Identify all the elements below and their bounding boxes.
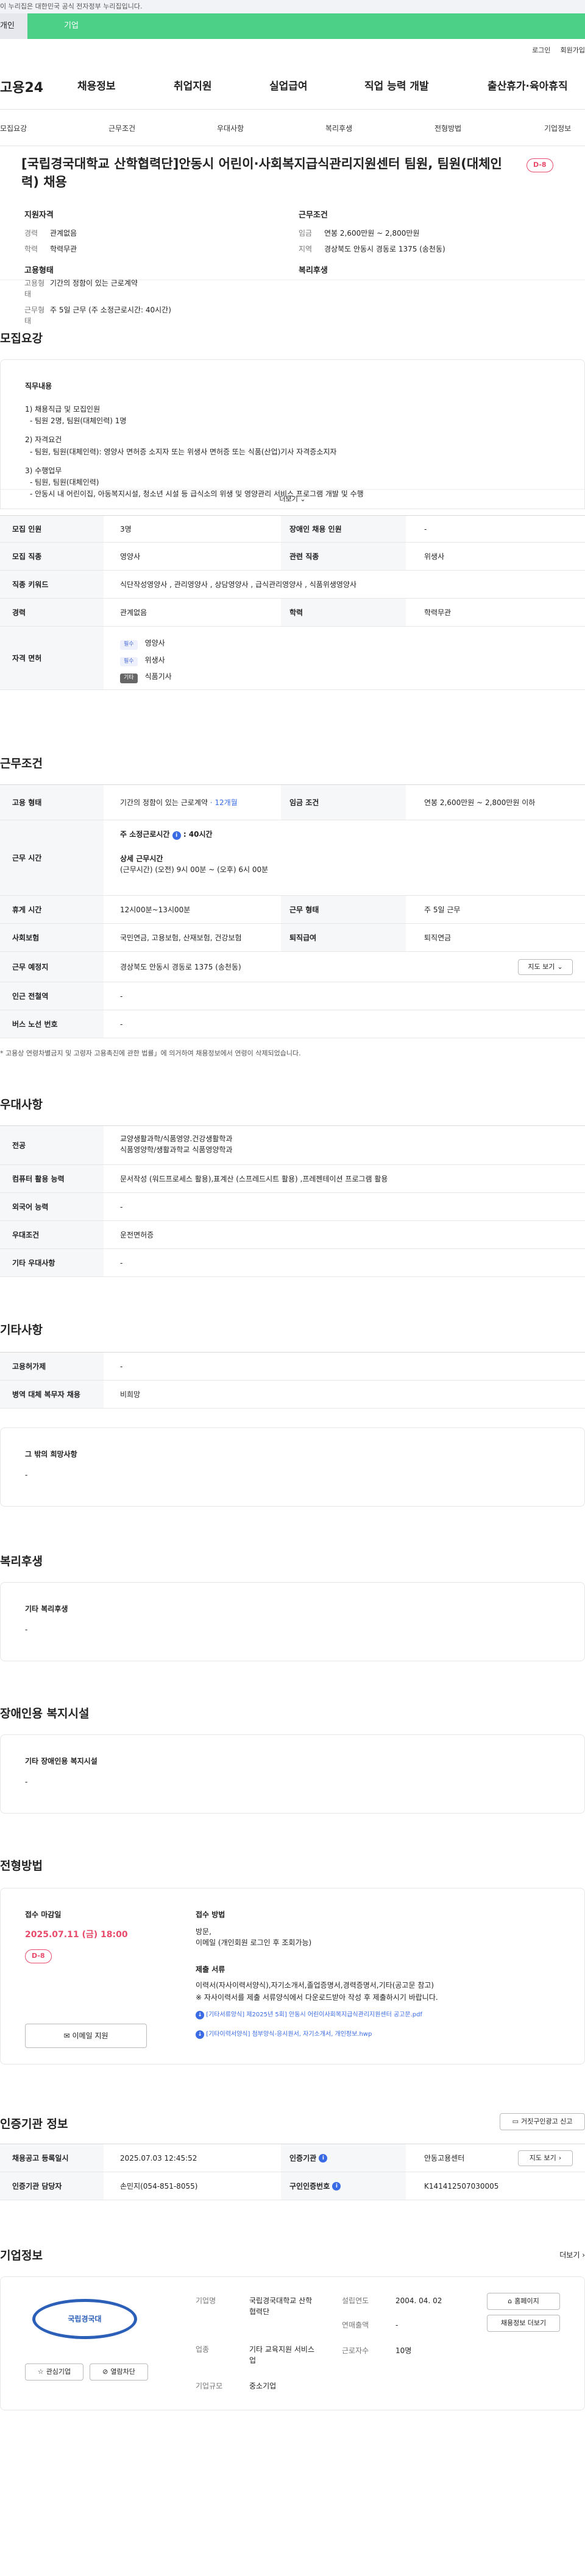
disab-heading: 장애인용 복지시설: [0, 1707, 90, 1720]
table-row: 모집 직종 영양사 관련 직종 위생사: [0, 543, 585, 571]
other-box: 그 밖의 희망사항 -: [0, 1427, 585, 1507]
nav-item-support[interactable]: 취업지원: [174, 79, 212, 95]
subnav-preference[interactable]: 우대사항: [217, 123, 244, 134]
download-icon: ↓: [196, 2030, 204, 2039]
edu-value: 학력무관: [50, 244, 77, 253]
map-button[interactable]: 지도 보기 ⌄: [518, 959, 573, 975]
chevron-right-icon: ›: [558, 2153, 562, 2162]
edu-label: 학력: [24, 244, 38, 253]
recruit-table: 모집 인원 3명 장애인 채용 인원 - 모집 직종 영양사 관련 직종 위생사 직종 …: [0, 515, 585, 690]
age-note: * 고용상 연령차별금지 및 고령자 고용촉진에 관한 법률」에 의거하여 채용…: [0, 1049, 301, 1057]
company-logo: 국립경국대: [32, 2299, 137, 2339]
star-icon: ☆: [37, 2367, 44, 2376]
emp-heading: 고용형태: [24, 266, 54, 275]
agency-heading: 인증기관 정보: [0, 2117, 68, 2131]
pref-table: 전공 교양생활과학/식품영양.건강생활학과 식품영양학/생활과학교 식품영양학과 …: [0, 1125, 585, 1277]
gov-banner: 이 누리집은 대한민국 공식 전자정부 누리집입니다.: [0, 0, 585, 13]
more-button[interactable]: 더보기 ⌄: [1, 489, 584, 505]
process-box: 접수 마감일 2025.07.11 (금) 18:00 D-8 ✉ 이메일 지원 …: [0, 1888, 585, 2064]
subnav-conditions[interactable]: 근무조건: [108, 123, 135, 134]
etc-heading: 기타사항: [0, 1323, 43, 1337]
job-title: [국립경국대학교 산학협력단]안동시 어린이·사회복지급식관리지원센터 팀원, …: [21, 157, 502, 190]
content: 모집요강 직무내용 1) 채용직급 및 모집인원 - 팀원 2명, 팀원(대체인…: [0, 280, 585, 2575]
nav-item-jobs[interactable]: 채용정보: [77, 79, 116, 95]
duty-text: 1) 채용직급 및 모집인원 - 팀원 2명, 팀원(대체인력) 1명 2) 자…: [25, 405, 364, 499]
top-tabs: 개인 기업: [0, 13, 585, 39]
table-row: 직종 키워드 식단작성영양사 , 관리영양사 , 상담영양사 , 급식관리영양사 …: [0, 571, 585, 599]
deadline-value: 2025.07.11 (금) 18:00: [25, 1930, 128, 1940]
table-row: 경력 관계없음 학력 학력무관: [0, 599, 585, 627]
favorite-company-button[interactable]: ☆ 관심기업: [25, 2363, 83, 2381]
chevron-down-icon: ⌄: [557, 962, 563, 971]
qual-heading: 지원자격: [24, 211, 54, 220]
etc-table: 고용허가제 - 병역 대체 복무자 채용 비희망: [0, 1352, 585, 1409]
area-value: 경상북도 안동시 경동로 1375 (송천동): [324, 244, 445, 253]
welfare-heading: 복리후생: [299, 266, 328, 275]
agency-map-button[interactable]: 지도 보기 ›: [518, 2150, 573, 2166]
welfare-section-heading: 복리후생: [0, 1555, 43, 1568]
section-subnav: 모집요강 근무조건 우대사항 복리후생 전형방법 기업정보: [0, 110, 585, 146]
info-icon[interactable]: i: [319, 2153, 328, 2163]
pref-heading: 우대사항: [0, 1098, 43, 1111]
home-icon: ⌂: [508, 2296, 512, 2305]
homepage-button[interactable]: ⌂ 홈페이지: [487, 2293, 560, 2310]
deadline-dday-badge: D-8: [25, 1949, 52, 1963]
table-row: 모집 인원 3명 장애인 채용 인원 -: [0, 516, 585, 543]
agency-table: 채용공고 등록일시 2025.07.03 12:45:52 인증기관 i 안동고용센…: [0, 2144, 585, 2200]
subnav-process[interactable]: 전형방법: [434, 123, 461, 134]
util-bar: 로그인 회원가입: [0, 39, 585, 62]
block-company-button[interactable]: ⊘ 열람차단: [90, 2363, 148, 2381]
chevron-right-icon: ›: [582, 2251, 585, 2259]
block-icon: ⊘: [102, 2367, 108, 2376]
career-value: 관계없음: [50, 228, 77, 238]
wage-value: 연봉 2,600만원 ~ 2,800만원: [324, 228, 420, 238]
conditions-heading: 근무조건: [0, 757, 43, 770]
career-label: 경력: [24, 228, 38, 238]
main-nav: 고용24 채용정보 취업지원 실업급여 직업 능력 개발 출산휴가·육아휴직: [0, 62, 585, 110]
tab-company[interactable]: 기업: [27, 13, 585, 39]
info-icon[interactable]: i: [172, 831, 181, 840]
mail-icon: ✉: [63, 2032, 70, 2040]
process-heading: 전형방법: [0, 1859, 43, 1873]
document-icon: ▭: [512, 2117, 519, 2125]
dday-badge: D-8: [526, 158, 553, 172]
duty-box: 직무내용 1) 채용직급 및 모집인원 - 팀원 2명, 팀원(대체인력) 1명…: [0, 359, 585, 509]
attachment-link[interactable]: ↓ [기타서류양식] 제2025년 5회] 안동시 어린이사회복지급식관리지원센…: [196, 2010, 422, 2019]
info-icon[interactable]: i: [332, 2181, 341, 2191]
login-link[interactable]: 로그인: [532, 46, 550, 56]
attachment-link[interactable]: ↓ [기타이력서양식] 첨부양식-응시원서, 자기소개서, 개인정보.hwp: [196, 2030, 372, 2039]
nav-item-leave[interactable]: 출산휴가·육아휴직: [488, 79, 568, 95]
tab-personal[interactable]: 개인: [0, 13, 27, 39]
job-summary: [국립경국대학교 산학협력단]안동시 어린이·사회복지급식관리지원센터 팀원, …: [0, 146, 585, 280]
subnav-company[interactable]: 기업정보: [544, 123, 571, 134]
company-box: 국립경국대 ☆ 관심기업 ⊘ 열람차단 기업명 국립경국대학교 산학협력단 설립연도…: [0, 2276, 585, 2410]
nav-item-benefit[interactable]: 실업급여: [269, 79, 308, 95]
company-jobs-button[interactable]: 채용정보 더보기: [487, 2315, 560, 2332]
duty-heading: 직무내용: [25, 382, 52, 390]
cond-heading: 근무조건: [299, 211, 328, 220]
signup-link[interactable]: 회원가입: [561, 46, 585, 56]
company-heading: 기업정보: [0, 2249, 43, 2262]
chevron-down-icon: ⌄: [300, 495, 306, 503]
disab-box: 기타 장애인용 복지시설 -: [0, 1734, 585, 1814]
wage-label: 임금: [299, 228, 313, 238]
site-logo[interactable]: 고용24: [0, 78, 43, 98]
nav-item-training[interactable]: 직업 능력 개발: [364, 79, 429, 95]
subnav-recruit[interactable]: 모집요강: [0, 123, 27, 134]
report-fake-ad-button[interactable]: ▭ 거짓구인광고 신고: [500, 2113, 585, 2130]
subnav-welfare[interactable]: 복리후생: [325, 123, 352, 134]
license-row: 자격 면허 필수 영양사 필수 위생사 기타 식품기사: [0, 627, 585, 690]
recruit-heading: 모집요강: [0, 332, 43, 345]
download-icon: ↓: [196, 2011, 204, 2019]
welfare-box: 기타 복리후생 -: [0, 1582, 585, 1661]
area-label: 지역: [299, 244, 313, 253]
email-apply-button[interactable]: ✉ 이메일 지원: [25, 2024, 147, 2048]
company-more-link[interactable]: 더보기 ›: [559, 2250, 585, 2261]
conditions-table: 고용 형태 기간의 정함이 있는 근로계약 · 12개월 임금 조건 연봉 2,6…: [0, 784, 585, 1038]
